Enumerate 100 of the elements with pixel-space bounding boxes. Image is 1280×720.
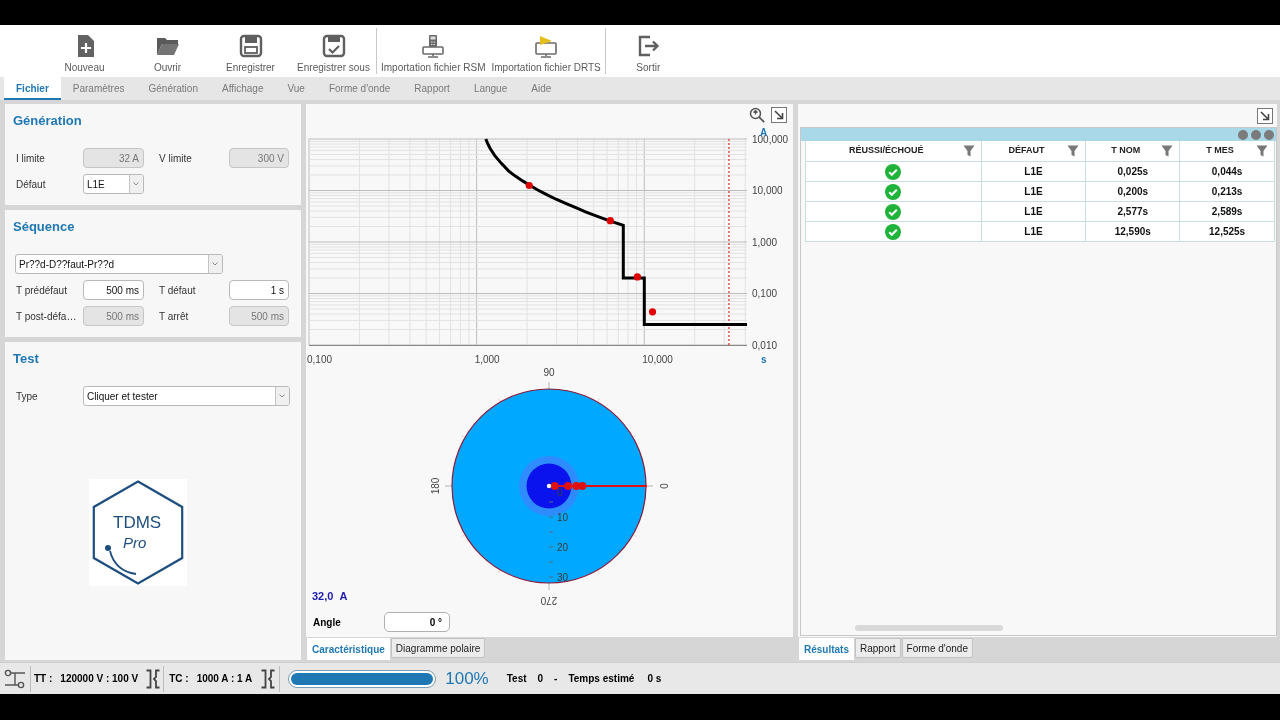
- angle-label: 0: [658, 483, 670, 489]
- column-header[interactable]: RÉUSSI/ÉCHOUÉ: [806, 141, 982, 162]
- expand-icon[interactable]: [1257, 107, 1273, 124]
- tick-label: 0,100: [307, 354, 333, 365]
- angle-field[interactable]: 0 °: [384, 612, 450, 632]
- tick-label: 1,000: [474, 354, 500, 365]
- status-value: 0: [537, 672, 544, 686]
- tick-label: 1,000: [752, 236, 778, 248]
- table-cell: 0,025s: [1086, 162, 1181, 182]
- dropdown[interactable]: L1E: [83, 174, 144, 194]
- transformer-icon[interactable]: [260, 668, 277, 689]
- exit-icon: [636, 34, 661, 58]
- menu-tab[interactable]: Langue: [461, 77, 520, 100]
- expand-icon[interactable]: [771, 107, 787, 123]
- tick-label: 10,000: [752, 185, 783, 196]
- status-separator: -: [554, 672, 558, 686]
- toolbar-button[interactable]: Enregistrer: [209, 25, 292, 77]
- toolbar-button[interactable]: Importation fichier RSM: [378, 25, 489, 77]
- menu-tab[interactable]: Forme d'onde: [316, 77, 403, 100]
- status-label: TT :: [34, 672, 53, 686]
- radius-label: 10: [557, 512, 569, 523]
- status-value: 1000 A : 1 A: [196, 672, 253, 686]
- field-label: Défaut: [16, 177, 47, 192]
- transformer-icon[interactable]: [145, 668, 162, 689]
- zoom-icon[interactable]: [749, 107, 765, 123]
- dropdown[interactable]: Cliquer et tester: [83, 386, 290, 406]
- tick-label: 0,010: [752, 339, 778, 351]
- status-value: 0 s: [647, 672, 662, 686]
- table-cell: L1E: [981, 202, 1087, 222]
- field-label: Type: [16, 389, 39, 404]
- field-label: T défaut: [159, 283, 197, 298]
- table-cell: L1E: [981, 182, 1087, 202]
- tab[interactable]: Résultats: [799, 638, 854, 660]
- origin-marker: [546, 483, 552, 489]
- dropdown[interactable]: Pr??d-D??faut-Pr??d: [15, 254, 223, 274]
- column-header[interactable]: T MES: [1180, 141, 1275, 162]
- device-monitor-icon: [421, 34, 446, 58]
- table-cell: 0,200s: [1086, 182, 1181, 202]
- table-cell: 12,525s: [1180, 222, 1275, 242]
- table-cell: 0,044s: [1180, 162, 1275, 182]
- filter-icon[interactable]: [962, 145, 975, 157]
- tab[interactable]: Rapport: [855, 638, 901, 658]
- dot-icon[interactable]: [1264, 129, 1274, 140]
- tick-label: 10,000: [642, 354, 673, 365]
- tab[interactable]: Diagramme polaire: [390, 638, 486, 658]
- number-field[interactable]: 1 s: [229, 280, 289, 300]
- unit-label: A: [339, 590, 348, 602]
- field-label: V limite: [159, 151, 193, 166]
- angle-label: 180: [429, 477, 441, 495]
- logo-text: Pro: [123, 534, 147, 552]
- menu-tab[interactable]: Vue: [275, 77, 317, 100]
- menu-tab[interactable]: Génération: [136, 77, 210, 100]
- axis-title: s: [761, 354, 767, 365]
- test-point-marker: [550, 482, 559, 490]
- toolbar-button[interactable]: Nouveau: [43, 25, 126, 77]
- section-title: Test: [13, 350, 40, 368]
- data-point: [606, 217, 614, 225]
- status-label: Temps estimé: [568, 672, 635, 686]
- menu-tab[interactable]: Aide: [519, 77, 564, 100]
- menu-tab[interactable]: Rapport: [402, 77, 462, 100]
- radius-label: 20: [557, 542, 569, 553]
- menu-tab[interactable]: Paramètres: [60, 77, 137, 100]
- status-label: TC :: [169, 672, 189, 686]
- menu-tab[interactable]: Affichage: [209, 77, 276, 100]
- toolbar-button[interactable]: Enregistrer sous: [292, 25, 375, 77]
- hexagon-logo-icon: [89, 479, 187, 586]
- monitor-arrow-icon: [534, 34, 559, 58]
- dot-icon[interactable]: [1251, 129, 1261, 140]
- filter-icon[interactable]: [1161, 145, 1174, 157]
- status-label: Test: [506, 672, 527, 686]
- field-label: T prédéfaut: [16, 283, 68, 298]
- section-title: Séquence: [13, 218, 76, 236]
- field-label: Angle: [313, 615, 342, 630]
- tick-label: 0,100: [752, 288, 778, 299]
- menu-tab[interactable]: Fichier: [4, 77, 61, 100]
- number-field[interactable]: 500 ms: [83, 280, 144, 300]
- toolbar-button[interactable]: Importation fichier DRTS: [488, 25, 604, 77]
- field-label: T post-défa…: [16, 309, 78, 324]
- table-cell: L1E: [981, 162, 1087, 182]
- field-label: T arrêt: [159, 309, 190, 324]
- radius-label: 0: [557, 486, 563, 498]
- data-point: [648, 308, 657, 316]
- data-point: [633, 273, 641, 281]
- switch-icon[interactable]: [4, 667, 26, 690]
- angle-label: 90: [543, 368, 555, 378]
- table-cell: 2,589s: [1180, 202, 1275, 222]
- toolbar-button[interactable]: Sortir: [606, 25, 690, 77]
- tab[interactable]: Caractéristique: [307, 638, 390, 660]
- dot-icon[interactable]: [1238, 129, 1248, 140]
- column-header[interactable]: T NOM: [1086, 141, 1181, 162]
- filter-icon[interactable]: [1067, 145, 1080, 157]
- scrollbar-thumb[interactable]: [855, 625, 1003, 631]
- table-cell: 0,213s: [1180, 182, 1275, 202]
- filter-icon[interactable]: [1256, 145, 1268, 157]
- progress-reading: 100%: [445, 667, 489, 690]
- column-header[interactable]: DÉFAUT: [981, 141, 1087, 162]
- tab[interactable]: Forme d'onde: [901, 638, 973, 658]
- status-value: 120000 V : 100 V: [60, 672, 139, 686]
- toolbar-button[interactable]: Ouvrir: [126, 25, 209, 77]
- zone-circle: [526, 463, 572, 509]
